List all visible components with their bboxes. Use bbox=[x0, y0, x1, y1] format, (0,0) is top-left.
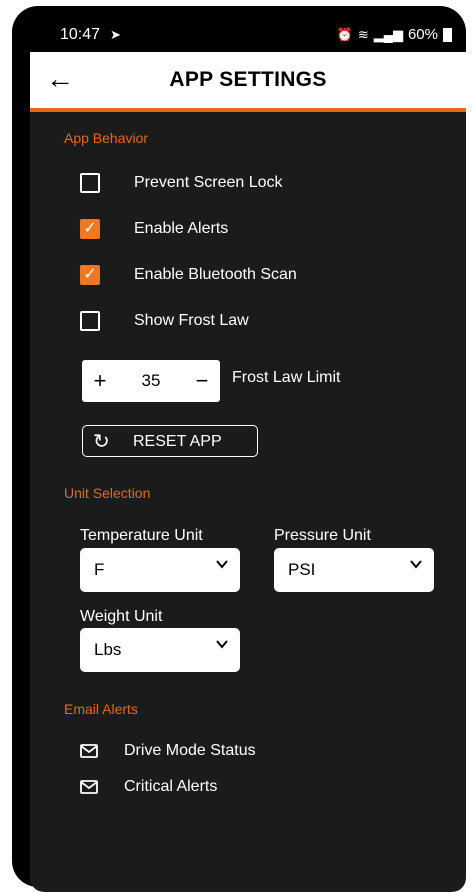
prevent-screen-lock-option[interactable]: Prevent Screen Lock bbox=[80, 168, 283, 198]
section-unit-selection: Unit Selection bbox=[64, 485, 151, 501]
option-label: Show Frost Law bbox=[134, 312, 249, 329]
checkbox-unchecked-icon[interactable] bbox=[80, 311, 100, 331]
frost-law-limit-value[interactable]: 35 bbox=[118, 371, 184, 391]
weight-unit-label: Weight Unit bbox=[80, 608, 163, 625]
reset-app-label: RESET APP bbox=[133, 433, 222, 450]
chevron-down-icon bbox=[410, 560, 422, 569]
page-title: APP SETTINGS bbox=[169, 68, 327, 91]
increment-button[interactable]: + bbox=[82, 368, 118, 394]
enable-bluetooth-scan-option[interactable]: ✓ Enable Bluetooth Scan bbox=[80, 260, 297, 290]
app-screen: 10:47 ➤ ⏰ ≋ ▂▄▆ 60% ← APP SETTINGS App B… bbox=[30, 18, 466, 892]
pressure-unit-label: Pressure Unit bbox=[274, 527, 371, 544]
decrement-button[interactable]: − bbox=[184, 368, 220, 394]
pressure-unit-select[interactable]: PSI bbox=[274, 548, 434, 592]
checkbox-unchecked-icon[interactable] bbox=[80, 173, 100, 193]
email-alert-label: Drive Mode Status bbox=[124, 742, 256, 759]
status-time: 10:47 bbox=[60, 26, 101, 43]
signal-icon: ▂▄▆ bbox=[373, 26, 403, 42]
section-email-alerts: Email Alerts bbox=[64, 701, 138, 717]
option-label: Enable Bluetooth Scan bbox=[134, 266, 297, 283]
checkbox-checked-icon[interactable]: ✓ bbox=[80, 265, 100, 285]
enable-alerts-option[interactable]: ✓ Enable Alerts bbox=[80, 214, 228, 244]
reset-app-button[interactable]: ↻ RESET APP bbox=[82, 425, 258, 457]
temperature-unit-label: Temperature Unit bbox=[80, 527, 203, 544]
phone-frame: 10:47 ➤ ⏰ ≋ ▂▄▆ 60% ← APP SETTINGS App B… bbox=[12, 6, 466, 892]
email-alert-label: Critical Alerts bbox=[124, 778, 218, 795]
temperature-unit-select[interactable]: F bbox=[80, 548, 240, 592]
status-indicators: ⏰ ≋ ▂▄▆ 60% bbox=[337, 26, 452, 43]
mail-icon bbox=[80, 744, 98, 758]
section-app-behavior: App Behavior bbox=[64, 130, 149, 146]
frost-law-limit-stepper: + 35 − bbox=[82, 360, 220, 402]
option-label: Prevent Screen Lock bbox=[134, 174, 283, 191]
weight-unit-value: Lbs bbox=[94, 640, 122, 659]
wifi-icon: ≋ bbox=[357, 26, 369, 42]
weight-unit-select[interactable]: Lbs bbox=[80, 628, 240, 672]
frost-law-limit-label: Frost Law Limit bbox=[232, 369, 341, 386]
pressure-unit-value: PSI bbox=[288, 560, 316, 579]
option-label: Enable Alerts bbox=[134, 220, 229, 237]
checkbox-checked-icon[interactable]: ✓ bbox=[80, 219, 100, 239]
battery-icon bbox=[443, 27, 452, 42]
app-bar: ← APP SETTINGS bbox=[30, 52, 466, 112]
navigation-arrow-icon: ➤ bbox=[110, 27, 121, 42]
chevron-down-icon bbox=[216, 560, 228, 569]
battery-percent: 60% bbox=[407, 26, 438, 43]
show-frost-law-option[interactable]: Show Frost Law bbox=[80, 306, 249, 336]
mail-icon bbox=[80, 780, 98, 794]
alarm-icon: ⏰ bbox=[336, 26, 353, 42]
chevron-down-icon bbox=[216, 640, 228, 649]
reset-icon: ↻ bbox=[93, 431, 110, 453]
status-bar: 10:47 ➤ ⏰ ≋ ▂▄▆ 60% bbox=[30, 18, 466, 52]
temperature-unit-value: F bbox=[94, 560, 105, 579]
